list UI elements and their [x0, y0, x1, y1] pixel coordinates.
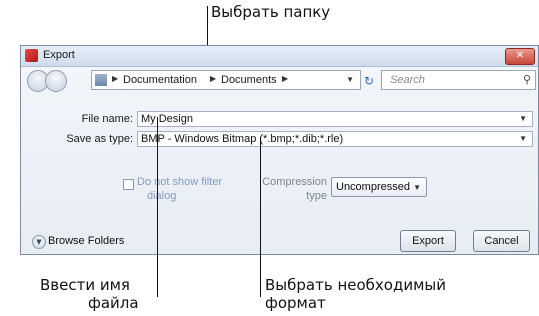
- folder-icon: [95, 74, 107, 86]
- callout-line-format: [260, 137, 261, 297]
- filter-dialog-checkbox[interactable]: [123, 179, 134, 190]
- refresh-icon[interactable]: ↻: [364, 74, 374, 88]
- browse-folders-link[interactable]: Browse Folders: [48, 235, 124, 247]
- compression-value: Uncompressed: [336, 181, 410, 193]
- callout-line-filename: [157, 117, 158, 297]
- chevron-down-icon[interactable]: ▼: [413, 183, 421, 192]
- breadcrumb-arrow-icon: ▶: [282, 74, 289, 83]
- callout-select-folder: Выбрать папку: [211, 3, 331, 21]
- breadcrumb-documents[interactable]: Documents: [221, 74, 277, 86]
- callout-enter-filename-line1: Ввести имя: [40, 276, 130, 294]
- search-placeholder: Search: [390, 74, 425, 86]
- callout-select-format-line1: Выбрать необходимый: [265, 276, 446, 294]
- file-name-label: File name:: [81, 113, 133, 125]
- chevron-down-icon[interactable]: ▼: [346, 75, 354, 84]
- close-button[interactable]: ✕: [505, 48, 535, 65]
- cancel-button[interactable]: Cancel: [473, 230, 530, 252]
- compression-label-line2: type: [306, 190, 327, 202]
- chevron-down-icon[interactable]: ▼: [519, 114, 527, 123]
- breadcrumb-arrow-icon: ▶: [112, 74, 119, 83]
- compression-label-line1: Compression: [262, 176, 327, 188]
- callout-enter-filename-line2: файла: [88, 294, 139, 312]
- compression-select[interactable]: Uncompressed ▼: [331, 177, 427, 197]
- search-input[interactable]: Search ⚲: [381, 70, 536, 90]
- save-type-label: Save as type:: [66, 133, 133, 145]
- callout-select-format-line2: формат: [265, 294, 326, 312]
- save-type-select[interactable]: BMP - Windows Bitmap (*.bmp;*.dib;*.rle)…: [137, 131, 533, 147]
- forward-button[interactable]: [45, 70, 67, 92]
- save-type-value: BMP - Windows Bitmap (*.bmp;*.dib;*.rle): [141, 133, 344, 145]
- export-app-icon: [25, 49, 38, 62]
- chevron-down-icon[interactable]: ▼: [519, 134, 527, 143]
- breadcrumb-arrow-icon: ▶: [210, 74, 217, 83]
- navigation-bar: ▶ Documentation ▶ Documents ▶ ▼ ↻ Search…: [21, 66, 538, 94]
- export-button[interactable]: Export: [400, 230, 456, 252]
- filter-dialog-label-line1[interactable]: Do not show filter: [137, 176, 222, 188]
- window-title: Export: [43, 49, 75, 61]
- file-name-input[interactable]: My Design ▼: [137, 111, 533, 127]
- filter-dialog-label-line2[interactable]: dialog: [147, 190, 176, 202]
- search-icon[interactable]: ⚲: [523, 73, 531, 86]
- address-bar[interactable]: ▶ Documentation ▶ Documents ▶ ▼: [91, 70, 361, 90]
- expand-icon[interactable]: ▼: [32, 235, 46, 249]
- export-dialog: Export ✕ ▶ Documentation ▶ Documents ▶ ▼…: [20, 45, 539, 255]
- breadcrumb-documentation[interactable]: Documentation: [123, 74, 197, 86]
- file-name-value: My Design: [141, 113, 193, 125]
- title-bar: Export ✕: [21, 46, 538, 67]
